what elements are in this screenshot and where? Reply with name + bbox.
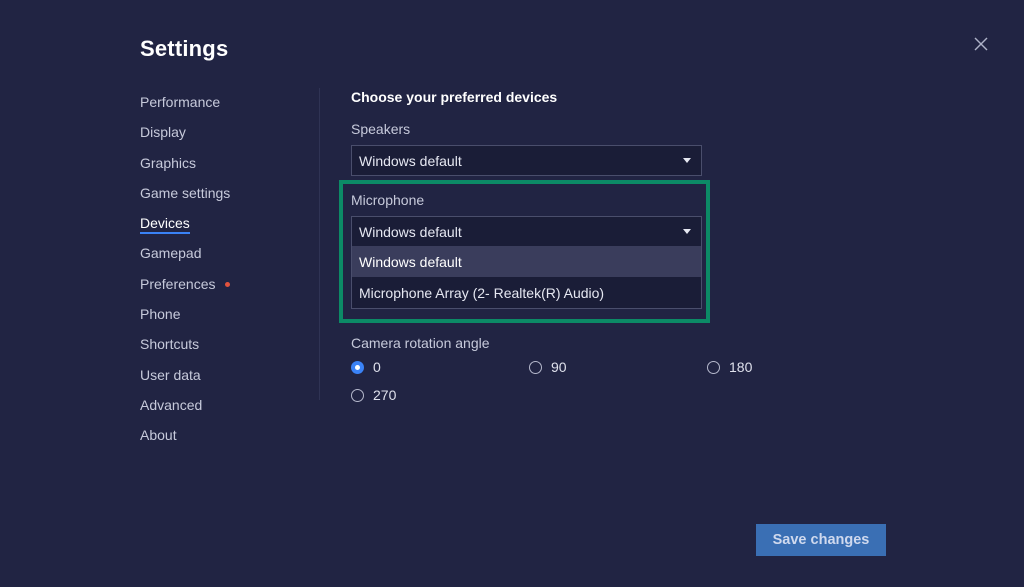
save-changes-button[interactable]: Save changes (756, 524, 886, 556)
page-title: Settings (140, 36, 229, 61)
speakers-select[interactable]: Windows default (351, 145, 702, 176)
microphone-select[interactable]: Windows default (351, 216, 702, 247)
sidebar-item-devices[interactable]: Devices (140, 215, 310, 245)
sidebar-item-gamepad[interactable]: Gamepad (140, 245, 310, 275)
radio-unchecked-icon (707, 360, 720, 374)
camera-option-90[interactable]: 90 (529, 359, 567, 375)
sidebar-item-display[interactable]: Display (140, 124, 310, 154)
sidebar-item-user-data[interactable]: User data (140, 367, 310, 397)
microphone-option-realtek-array[interactable]: Microphone Array (2- Realtek(R) Audio) (352, 277, 701, 308)
radio-unchecked-icon (351, 388, 364, 402)
notification-dot (225, 281, 231, 287)
sidebar-divider (319, 88, 320, 400)
caret-down-icon (683, 158, 691, 163)
radio-unchecked-icon (529, 360, 542, 374)
close-icon[interactable] (972, 35, 990, 53)
microphone-label: Microphone (351, 192, 425, 208)
section-heading: Choose your preferred devices (351, 89, 558, 105)
sidebar-item-advanced[interactable]: Advanced (140, 397, 310, 427)
camera-rotation-label: Camera rotation angle (351, 335, 490, 351)
camera-option-270[interactable]: 270 (351, 387, 396, 403)
sidebar: Performance Display Graphics Game settin… (140, 94, 310, 458)
speakers-label: Speakers (351, 121, 411, 137)
caret-down-icon (683, 229, 691, 234)
microphone-select-value: Windows default (359, 223, 462, 240)
microphone-dropdown: Windows default Microphone Array (2- Rea… (351, 246, 702, 309)
radio-checked-icon (351, 360, 364, 374)
microphone-option-windows-default[interactable]: Windows default (352, 246, 701, 277)
sidebar-item-about[interactable]: About (140, 427, 310, 457)
camera-option-180[interactable]: 180 (707, 359, 752, 375)
sidebar-item-graphics[interactable]: Graphics (140, 155, 310, 185)
sidebar-item-performance[interactable]: Performance (140, 94, 310, 124)
sidebar-item-preferences[interactable]: Preferences (140, 276, 310, 306)
speakers-select-value: Windows default (359, 152, 462, 169)
sidebar-item-phone[interactable]: Phone (140, 306, 310, 336)
camera-option-0[interactable]: 0 (351, 359, 381, 375)
sidebar-item-shortcuts[interactable]: Shortcuts (140, 336, 310, 366)
sidebar-item-game-settings[interactable]: Game settings (140, 185, 310, 215)
